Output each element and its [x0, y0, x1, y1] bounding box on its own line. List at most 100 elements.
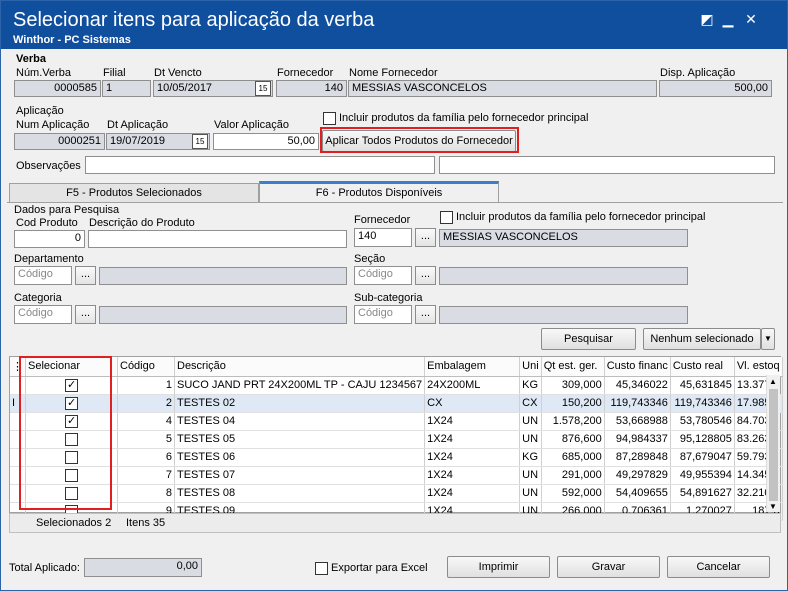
minimize-icon[interactable]: ▁ [719, 10, 737, 28]
table-row[interactable]: I2TESTES 02CXCX150,200119,743346119,7433… [10, 394, 783, 413]
incluir-familia-label: Incluir produtos da família pelo fornece… [339, 112, 589, 124]
col-codigo[interactable]: Código [117, 357, 175, 377]
row-custo-real: 119,743346 [670, 394, 735, 413]
col-custo-financ[interactable]: Custo financ [604, 357, 671, 377]
departamento-desc [99, 267, 347, 285]
col-vl-estoq[interactable]: Vl. estoq [734, 357, 783, 377]
row-descricao: TESTES 07 [174, 466, 426, 485]
num-aplicacao-label: Num Aplicação [16, 119, 90, 131]
row-codigo: 7 [117, 466, 175, 485]
row-custo-financ: 87,289848 [604, 448, 671, 467]
row-codigo: 5 [117, 430, 175, 449]
row-descricao: TESTES 02 [174, 394, 426, 413]
restore-icon[interactable]: ◩ [698, 10, 716, 28]
products-grid: ⋮ Selecionar Código Descrição Embalagem … [10, 357, 783, 521]
col-embalagem[interactable]: Embalagem [424, 357, 521, 377]
categoria-input[interactable]: Código [14, 305, 72, 324]
grid-status-bar: Selecionados 2 Itens 35 [9, 513, 781, 533]
row-custo-real: 53,780546 [670, 412, 735, 431]
row-custo-financ: 45,346022 [604, 376, 671, 395]
descricao-produto-input[interactable] [88, 230, 347, 248]
table-row[interactable]: 7 TESTES 07 1X24 UN 291,000 49,297829 49,95539… [10, 466, 783, 485]
departamento-input[interactable]: Código [14, 266, 72, 285]
dt-aplicacao-label: Dt Aplicação [107, 119, 169, 131]
row-custo-real: 95,128805 [670, 430, 735, 449]
departamento-lookup-button[interactable]: ... [75, 266, 96, 285]
total-aplicado-field: 0,00 [84, 558, 202, 577]
incluir-familia-checkbox[interactable] [323, 112, 336, 125]
col-uni[interactable]: Uni [519, 357, 542, 377]
secao-label: Seção [354, 253, 386, 265]
num-aplicacao-field: 0000251 [14, 133, 105, 150]
row-qt: 876,600 [541, 430, 605, 449]
exportar-excel-checkbox[interactable] [315, 562, 328, 575]
pesquisa-section-title: Dados para Pesquisa [14, 204, 120, 216]
categoria-label: Categoria [14, 292, 62, 304]
subcategoria-lookup-button[interactable]: ... [415, 305, 436, 324]
verba-section-title: Verba [16, 53, 46, 65]
departamento-label: Departamento [14, 253, 84, 265]
row-custo-real: 45,631845 [670, 376, 735, 395]
tab-produtos-disponiveis[interactable]: F6 - Produtos Disponíveis [259, 181, 499, 203]
row-qt: 592,000 [541, 484, 605, 503]
row-descricao: TESTES 08 [174, 484, 426, 503]
row-custo-financ: 53,668988 [604, 412, 671, 431]
grid-scrollbar[interactable]: ▲ ▼ [766, 375, 780, 512]
pesquisar-button[interactable]: Pesquisar [541, 328, 636, 350]
window-subtitle: Winthor - PC Sistemas [13, 34, 131, 46]
valor-aplicacao-input[interactable]: 50,00 [213, 133, 319, 150]
filial-label: Filial [103, 67, 126, 79]
subcategoria-input[interactable]: Código [354, 305, 412, 324]
cod-produto-input[interactable]: 0 [14, 230, 85, 248]
row-qt: 685,000 [541, 448, 605, 467]
table-row[interactable]: 8 TESTES 08 1X24 UN 592,000 54,409655 54,89162… [10, 484, 783, 503]
table-row[interactable]: 4TESTES 041X24UN1.578,20053,66898853,780… [10, 412, 783, 431]
pesq-fornecedor-input[interactable]: 140 [354, 228, 412, 247]
table-row[interactable]: 5 TESTES 05 1X24 UN 876,600 94,984337 95,12880… [10, 430, 783, 449]
scroll-up-icon[interactable]: ▲ [769, 377, 777, 386]
row-embalagem: 1X24 [424, 412, 521, 431]
observacoes-input-1[interactable] [85, 156, 435, 174]
aplicacao-section-title: Aplicação [16, 105, 64, 117]
row-codigo: 1 [117, 376, 175, 395]
cancelar-button[interactable]: Cancelar [667, 556, 770, 578]
categoria-lookup-button[interactable]: ... [75, 305, 96, 324]
scroll-down-icon[interactable]: ▼ [769, 502, 777, 511]
secao-lookup-button[interactable]: ... [415, 266, 436, 285]
nenhum-dropdown-icon[interactable]: ▼ [761, 328, 775, 350]
row-custo-financ: 49,297829 [604, 466, 671, 485]
close-icon[interactable]: ✕ [742, 10, 760, 28]
row-descricao: SUCO JAND PRT 24X200ML TP - CAJU 1234567 [174, 376, 426, 395]
col-custo-real[interactable]: Custo real [670, 357, 735, 377]
row-custo-real: 87,679047 [670, 448, 735, 467]
col-qt-est[interactable]: Qt est. ger. [541, 357, 605, 377]
pesq-fornecedor-label: Fornecedor [354, 214, 411, 226]
col-descricao[interactable]: Descrição [174, 357, 426, 377]
descricao-produto-label: Descrição do Produto [89, 217, 195, 229]
scroll-thumb[interactable] [769, 389, 778, 501]
row-codigo: 6 [117, 448, 175, 467]
fornecedor-lookup-button[interactable]: ... [415, 228, 436, 247]
imprimir-button[interactable]: Imprimir [447, 556, 550, 578]
gravar-button[interactable]: Gravar [557, 556, 660, 578]
pesq-incluir-familia-checkbox[interactable] [440, 211, 453, 224]
row-uni: CX [519, 394, 542, 413]
title-bar: Selecionar itens para aplicação da verba… [1, 1, 787, 49]
observacoes-label: Observações [16, 160, 81, 172]
exportar-excel-label: Exportar para Excel [331, 562, 428, 574]
row-embalagem: 1X24 [424, 430, 521, 449]
nenhum-selecionado-button[interactable]: Nenhum selecionado [643, 328, 761, 350]
table-row[interactable]: 6 TESTES 06 1X24 KG 685,000 87,289848 87,67904… [10, 448, 783, 467]
secao-input[interactable]: Código [354, 266, 412, 285]
disp-aplicacao-field: 500,00 [659, 80, 772, 97]
row-embalagem: 24X200ML [424, 376, 521, 395]
calendar-icon[interactable]: 15 [192, 134, 208, 149]
row-uni: UN [519, 466, 542, 485]
table-row[interactable]: 1SUCO JAND PRT 24X200ML TP - CAJU 123456… [10, 376, 783, 395]
calendar-icon[interactable]: 15 [255, 81, 271, 96]
observacoes-input-2[interactable] [439, 156, 775, 174]
row-codigo: 8 [117, 484, 175, 503]
num-verba-field: 0000585 [14, 80, 101, 97]
status-itens: Itens 35 [126, 517, 166, 529]
tab-produtos-selecionados[interactable]: F5 - Produtos Selecionados [9, 183, 259, 203]
